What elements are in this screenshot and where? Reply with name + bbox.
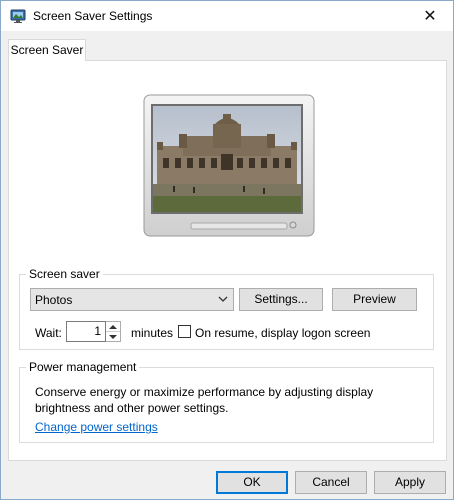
resume-logon-checkbox[interactable] xyxy=(178,325,191,338)
screen-saver-group-label: Screen saver xyxy=(26,267,103,281)
power-management-group-label: Power management xyxy=(26,360,140,374)
chevron-down-icon xyxy=(218,296,228,302)
preview-button[interactable]: Preview xyxy=(332,288,417,311)
power-description: Conserve energy or maximize performance … xyxy=(35,385,374,415)
screen-saver-app-icon xyxy=(10,9,26,23)
wait-minutes-spinner xyxy=(106,321,121,342)
arrow-down-icon xyxy=(109,334,117,339)
apply-button[interactable]: Apply xyxy=(374,471,446,494)
screen-saver-select[interactable]: Photos xyxy=(30,288,234,311)
ok-button[interactable]: OK xyxy=(216,471,288,494)
screen-saver-select-value: Photos xyxy=(35,293,73,307)
spin-down-button[interactable] xyxy=(106,332,120,342)
close-icon: ✕ xyxy=(423,8,437,25)
arrow-up-icon xyxy=(109,325,117,329)
wait-minutes-input[interactable]: 1 xyxy=(66,321,106,342)
tab-screen-saver[interactable]: Screen Saver xyxy=(8,39,86,61)
minutes-label: minutes xyxy=(131,326,174,340)
wait-label: Wait: xyxy=(35,326,62,340)
window-title: Screen Saver Settings xyxy=(33,9,153,23)
spin-up-button[interactable] xyxy=(106,322,120,332)
title-bar: Screen Saver Settings ✕ xyxy=(1,1,453,31)
screen-saver-preview-image xyxy=(153,106,301,212)
settings-button[interactable]: Settings... xyxy=(239,288,323,311)
change-power-settings-link[interactable]: Change power settings xyxy=(35,420,158,434)
close-button[interactable]: ✕ xyxy=(407,1,453,31)
resume-logon-label[interactable]: On resume, display logon screen xyxy=(195,326,370,340)
cancel-button[interactable]: Cancel xyxy=(295,471,367,494)
screen-saver-settings-window: Screen Saver Settings ✕ Screen Saver Scr… xyxy=(0,0,454,500)
preview-monitor xyxy=(143,94,315,237)
